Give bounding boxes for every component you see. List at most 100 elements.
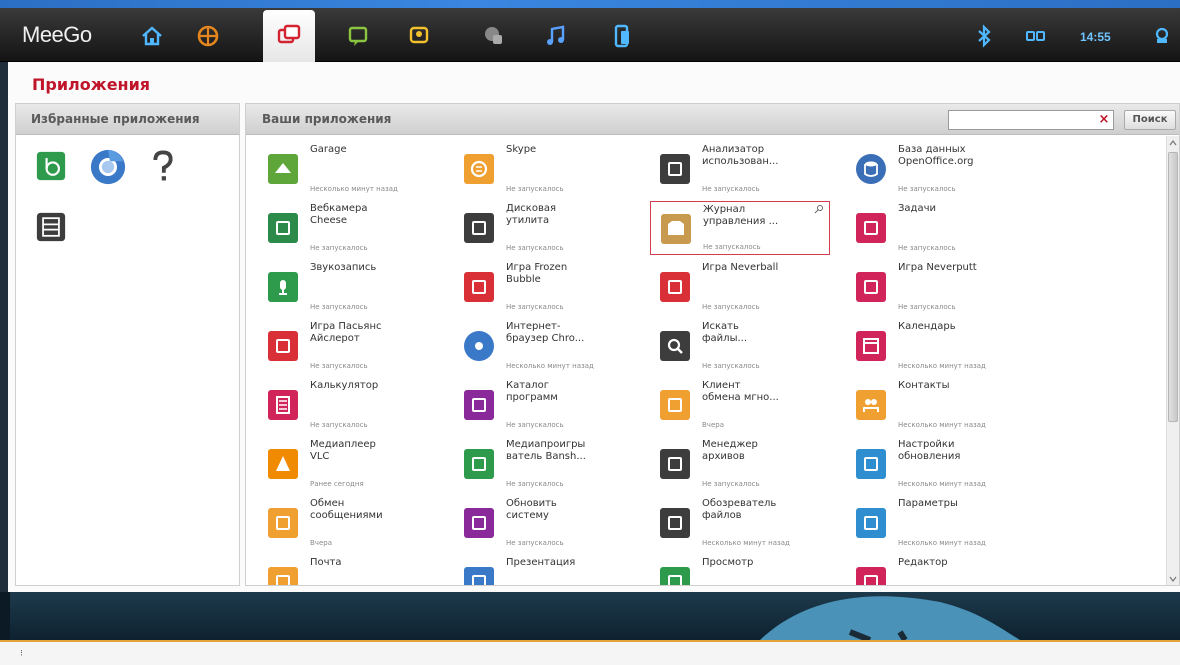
scroll-down-icon[interactable] [1169,575,1177,583]
clock[interactable]: 14:55 [1080,30,1111,44]
app-tile[interactable]: Обозреватель файлов Несколько минут назад [650,496,830,550]
battery-icon[interactable] [1014,16,1058,56]
app-tile[interactable]: Анализатор использован... Не запускалось [650,142,830,196]
database-icon [856,154,886,184]
app-tile[interactable]: Просмотр [650,555,830,585]
network-icon[interactable] [1140,16,1180,56]
pin-favorite-icon[interactable] [814,204,824,214]
app-last-used: Вчера [310,539,332,547]
app-tile[interactable]: Дисковая утилита Не запускалось [454,201,634,255]
app-name: Редактор [898,557,948,568]
scrollbar[interactable] [1166,136,1179,585]
webcam-icon [268,213,298,243]
meego-logo[interactable]: MeeGo [22,22,92,48]
app-name: Игра Neverputt [898,262,977,273]
app-last-used: Не запускалось [506,421,564,429]
internet-icon[interactable] [472,16,516,56]
app-last-used: Не запускалось [310,303,368,311]
app-tile[interactable]: Менеджер архивов Не запускалось [650,437,830,491]
presentation-icon [464,567,494,585]
app-tile[interactable]: Обмен сообщениями Вчера [258,496,438,550]
app-tile[interactable]: Задачи Не запускалось [846,201,1026,255]
app-tile[interactable]: Игра Neverputt Не запускалось [846,260,1026,314]
app-last-used: Не запускалось [310,421,368,429]
im-client-icon [660,390,690,420]
app-tile[interactable]: Игра Frozen Bubble Не запускалось [454,260,634,314]
search-button[interactable]: Поиск [1124,110,1176,130]
devices-icon[interactable] [600,16,644,56]
search-input[interactable] [948,110,1114,130]
editor-icon [856,567,886,585]
app-tile[interactable]: Garage Несколько минут назад [258,142,438,196]
app-tile[interactable]: Каталог программ Не запускалось [454,378,634,432]
app-name: Интернет- браузер Chro... [506,321,585,344]
app-tile[interactable]: Параметры Несколько минут назад [846,496,1026,550]
zones-icon[interactable] [186,16,230,56]
your-applications-panel: Ваши приложения × Поиск Garage Несколько … [245,103,1180,586]
search-clear-icon[interactable]: × [1096,112,1112,128]
app-last-used: Не запускалось [506,539,564,547]
status-icon[interactable] [336,16,380,56]
app-name: Просмотр [702,557,754,568]
update-settings-icon [856,449,886,479]
applications-icon[interactable] [263,10,315,62]
app-last-used: Не запускалось [702,362,760,370]
app-tile[interactable]: Настройки обновления Несколько минут наза… [846,437,1026,491]
app-tile[interactable]: Медиаплеер VLC Ранее сегодня [258,437,438,491]
app-tile[interactable]: Клиент обмена мгно... Вчера [650,378,830,432]
banshee-icon [464,449,494,479]
app-tile[interactable]: База данных OpenOffice.org Не запускалось [846,142,1026,196]
app-tile[interactable]: Интернет- браузер Chro... Несколько минут… [454,319,634,373]
app-catalog-icon [464,390,494,420]
solitaire-icon [268,331,298,361]
music-icon[interactable] [534,16,578,56]
app-name: Календарь [898,321,956,332]
app-tile[interactable]: Игра Пасьянс Aйслерот Не запускалось [258,319,438,373]
app-tile[interactable]: Презентация [454,555,634,585]
applications-header-label: Ваши приложения [262,112,392,126]
app-tile[interactable]: Skype Не запускалось [454,142,634,196]
home-icon[interactable] [130,16,174,56]
app-tile[interactable]: Почта [258,555,438,585]
app-name: Почта [310,557,342,568]
app-last-used: Несколько минут назад [506,362,594,370]
app-name: Обозреватель файлов [702,498,777,521]
calculator-icon [268,390,298,420]
help-icon[interactable] [143,146,183,186]
scroll-up-icon[interactable] [1169,139,1177,147]
app-tile[interactable]: Вебкамера Cheese Не запускалось [258,201,438,255]
people-icon[interactable] [398,16,442,56]
app-name: Игра Пасьянс Aйслерот [310,321,382,344]
app-last-used: Не запускалось [506,244,564,252]
app-tile[interactable]: Контакты Несколько минут назад [846,378,1026,432]
app-tile[interactable]: Журнал управления ... Не запускалось [650,201,830,255]
app-tile[interactable]: Медиапроигры ватель Bansh... Не запускало… [454,437,634,491]
app-last-used: Ранее сегодня [310,480,364,488]
favorites-panel: Избранные приложения [15,103,240,586]
app-name: Игра Frozen Bubble [506,262,568,285]
app-tile[interactable]: Календарь Несколько минут назад [846,319,1026,373]
app-tile[interactable]: Калькулятор Не запускалось [258,378,438,432]
app-tile[interactable]: Звукозапись Не запускалось [258,260,438,314]
app-name: Garage [310,144,347,155]
app-name: Искать файлы... [702,321,747,344]
app-last-used: Не запускалось [898,303,956,311]
app-tile[interactable]: Редактор [846,555,1026,585]
app-last-used: Не запускалось [898,244,956,252]
banshee-icon[interactable] [34,149,68,183]
viewer-icon [660,567,690,585]
app-tile[interactable]: Искать файлы... Не запускалось [650,319,830,373]
app-last-used: Несколько минут назад [702,539,790,547]
app-name: Каталог программ [506,380,558,403]
app-tile[interactable]: Обновить систему Не запускалось [454,496,634,550]
wallpaper-art [760,596,1020,640]
app-tile[interactable]: Игра Neverball Не запускалось [650,260,830,314]
skype-icon [464,154,494,184]
file-manager-icon[interactable] [34,210,68,244]
bluetooth-icon[interactable] [962,16,1006,56]
chromium-icon[interactable] [88,147,128,187]
scroll-thumb[interactable] [1168,152,1178,422]
app-last-used: Не запускалось [506,480,564,488]
app-last-used: Не запускалось [702,303,760,311]
app-name: База данных OpenOffice.org [898,144,974,167]
